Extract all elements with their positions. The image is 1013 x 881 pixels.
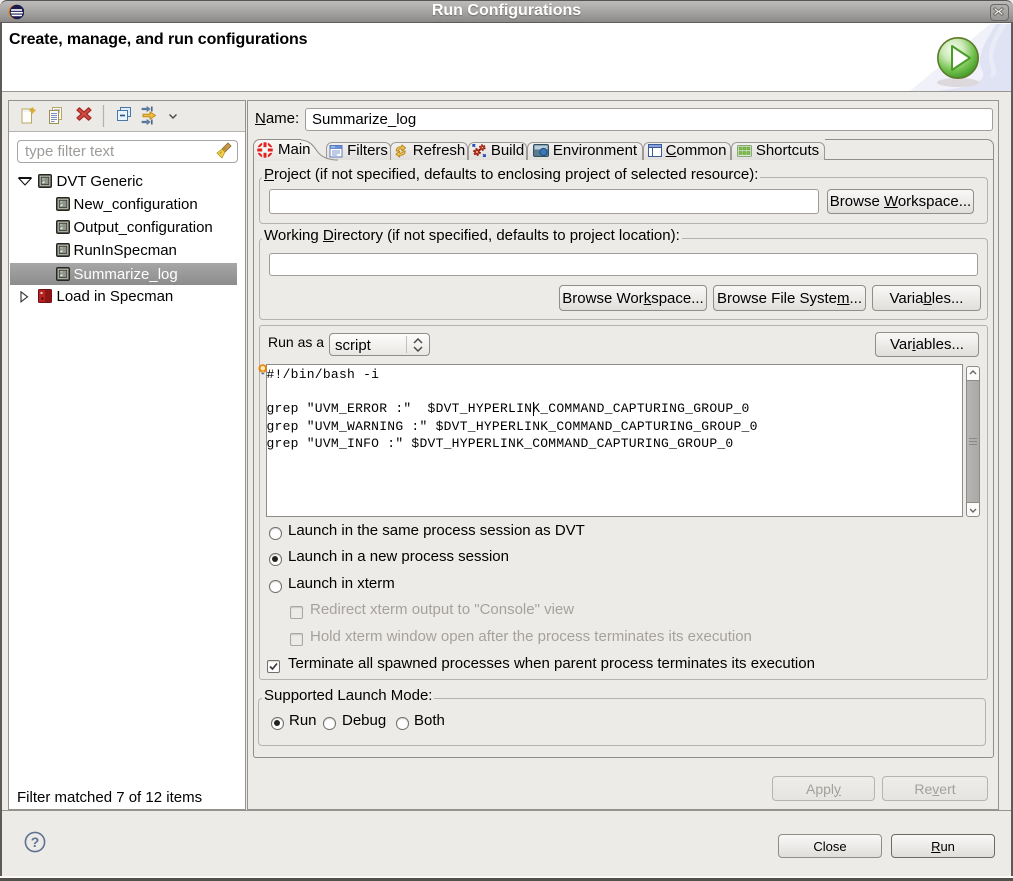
svg-text:?: ? [31, 834, 40, 850]
